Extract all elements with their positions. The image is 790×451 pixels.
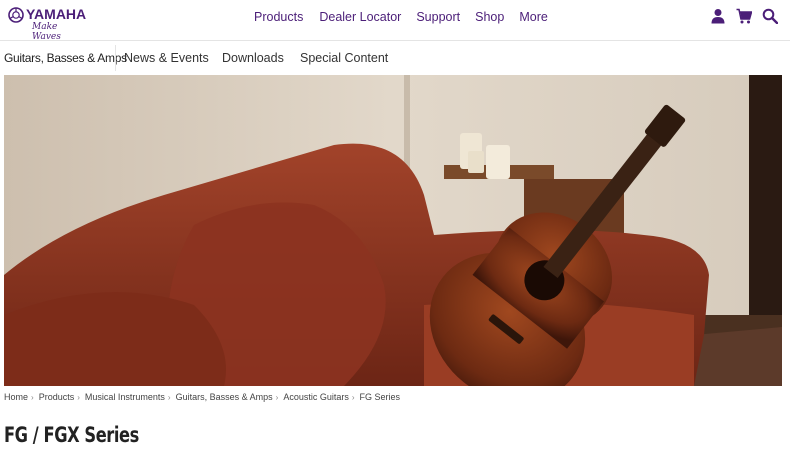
breadcrumb-item: FG Series bbox=[360, 392, 401, 402]
breadcrumb-item: Guitars, Basses & Amps › bbox=[176, 392, 284, 402]
main-nav: Products Dealer Locator Support Shop Mor… bbox=[254, 10, 563, 24]
section-nav: Guitars, Basses & Amps News & Events Dow… bbox=[0, 41, 790, 74]
page-title: FG / FGX Series bbox=[4, 423, 139, 447]
chevron-right-icon: › bbox=[31, 392, 34, 402]
site-header: YAMAHA Make Waves Products Dealer Locato… bbox=[0, 0, 790, 42]
nav-dealer-locator[interactable]: Dealer Locator bbox=[319, 10, 401, 24]
hero-image bbox=[4, 75, 782, 386]
section-divider bbox=[115, 45, 116, 71]
guitar-on-sofa-illustration bbox=[4, 75, 782, 386]
chevron-right-icon: › bbox=[167, 392, 171, 402]
yamaha-logo[interactable]: YAMAHA Make Waves bbox=[8, 4, 88, 42]
header-icons bbox=[710, 8, 779, 25]
nav-shop[interactable]: Shop bbox=[475, 10, 504, 24]
nav-support[interactable]: Support bbox=[416, 10, 460, 24]
nav-products[interactable]: Products bbox=[254, 10, 303, 24]
chevron-right-icon: › bbox=[275, 392, 279, 402]
account-icon[interactable] bbox=[710, 8, 726, 24]
cart-icon[interactable] bbox=[736, 8, 753, 24]
breadcrumb-link-home[interactable]: Home bbox=[4, 392, 28, 402]
tuning-fork-emblem-icon bbox=[8, 7, 24, 23]
breadcrumb-current: FG Series bbox=[359, 392, 401, 402]
breadcrumb-item: Home › bbox=[4, 392, 39, 402]
breadcrumb-link-guitars-basses-amps[interactable]: Guitars, Basses & Amps bbox=[176, 392, 273, 402]
breadcrumb-link-acoustic-guitars[interactable]: Acoustic Guitars bbox=[283, 392, 349, 402]
nav-more[interactable]: More bbox=[519, 10, 547, 24]
section-nav-downloads[interactable]: Downloads bbox=[222, 51, 284, 65]
breadcrumb-item: Musical Instruments › bbox=[85, 392, 176, 402]
section-nav-news-events[interactable]: News & Events bbox=[124, 51, 209, 65]
section-category-link[interactable]: Guitars, Basses & Amps bbox=[4, 51, 127, 65]
chevron-right-icon: › bbox=[77, 392, 80, 402]
section-nav-special-content[interactable]: Special Content bbox=[300, 51, 388, 65]
breadcrumb: Home › Products › Musical Instruments › Gui… bbox=[4, 392, 400, 402]
search-icon[interactable] bbox=[762, 8, 779, 25]
breadcrumb-link-musical-instruments[interactable]: Musical Instruments bbox=[85, 392, 165, 402]
breadcrumb-item: Products › bbox=[39, 392, 85, 402]
breadcrumb-item: Acoustic Guitars › bbox=[283, 392, 359, 402]
chevron-right-icon: › bbox=[351, 392, 355, 402]
brand-name: YAMAHA bbox=[26, 6, 87, 22]
brand-tagline: Make Waves bbox=[32, 22, 61, 42]
breadcrumb-link-products[interactable]: Products bbox=[39, 392, 75, 402]
